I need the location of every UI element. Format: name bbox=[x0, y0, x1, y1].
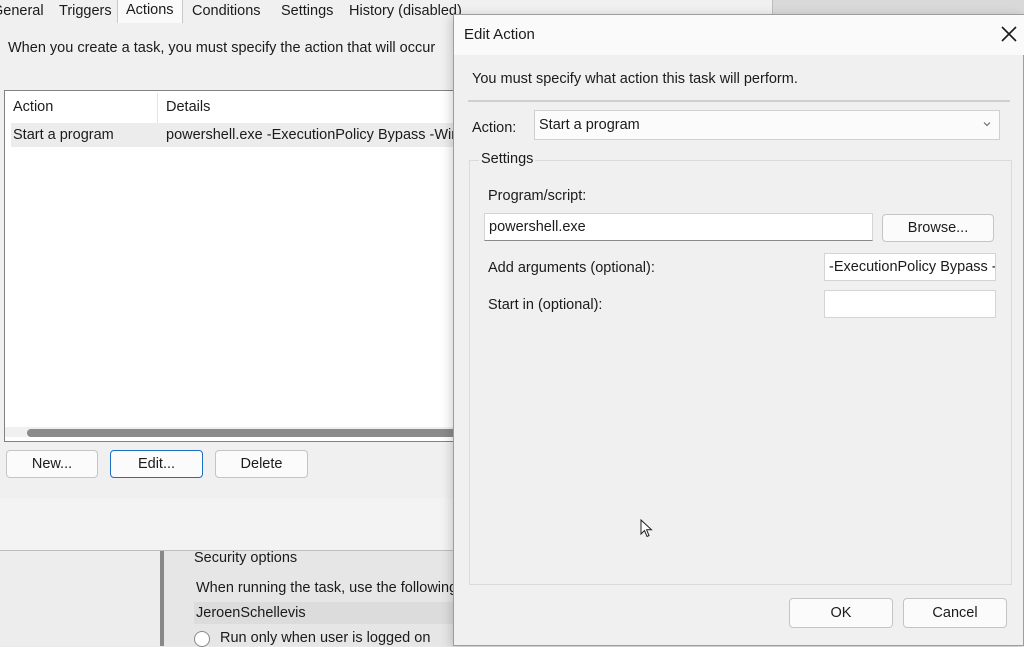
edit-button[interactable]: Edit... bbox=[110, 450, 203, 478]
browse-button[interactable]: Browse... bbox=[882, 214, 994, 242]
background-window-strip bbox=[770, 0, 1024, 15]
actions-intro-text: When you create a task, you must specify… bbox=[8, 40, 436, 56]
horizontal-scrollbar[interactable] bbox=[5, 427, 465, 437]
divider bbox=[468, 100, 1010, 102]
start-in-label: Start in (optional): bbox=[488, 297, 603, 313]
program-script-label: Program/script: bbox=[488, 188, 587, 204]
action-dropdown-value: Start a program bbox=[539, 117, 640, 133]
start-in-input[interactable] bbox=[824, 290, 996, 318]
chevron-down-icon bbox=[981, 118, 993, 130]
program-script-input[interactable]: powershell.exe bbox=[484, 213, 873, 241]
program-script-value: powershell.exe bbox=[489, 219, 586, 235]
actions-table[interactable]: Action Details Start a program powershel… bbox=[4, 90, 466, 442]
security-options-title: Security options bbox=[194, 550, 298, 566]
dialog-instruction: You must specify what action this task w… bbox=[472, 71, 798, 87]
tab-conditions[interactable]: Conditions bbox=[192, 2, 261, 22]
table-row[interactable]: Start a program powershell.exe -Executio… bbox=[11, 123, 466, 147]
mouse-cursor-icon bbox=[640, 518, 654, 539]
tab-settings[interactable]: Settings bbox=[281, 2, 333, 22]
row-details-cell: powershell.exe -ExecutionPolicy Bypass -… bbox=[166, 127, 466, 143]
action-dropdown[interactable]: Start a program bbox=[534, 110, 1000, 140]
action-label: Action: bbox=[472, 120, 517, 136]
run-logged-on-radio[interactable] bbox=[194, 631, 210, 647]
close-icon[interactable] bbox=[998, 23, 1020, 45]
cancel-button[interactable]: Cancel bbox=[903, 598, 1007, 628]
edit-action-dialog: Edit Action You must specify what action… bbox=[453, 14, 1024, 646]
ok-button[interactable]: OK bbox=[789, 598, 893, 628]
tab-history[interactable]: History (disabled) bbox=[349, 2, 462, 22]
panel-edge bbox=[0, 551, 164, 646]
tab-actions[interactable]: Actions bbox=[117, 0, 183, 23]
tab-general[interactable]: General bbox=[0, 2, 44, 22]
column-header-action[interactable]: Action bbox=[13, 97, 53, 119]
arguments-label: Add arguments (optional): bbox=[488, 260, 655, 276]
user-account-field: JeroenSchellevis bbox=[194, 602, 456, 624]
arguments-input[interactable]: -ExecutionPolicy Bypass - bbox=[824, 253, 996, 281]
column-header-details[interactable]: Details bbox=[166, 97, 210, 119]
tab-triggers[interactable]: Triggers bbox=[59, 2, 112, 22]
column-separator[interactable] bbox=[157, 93, 158, 123]
dialog-titlebar: Edit Action bbox=[454, 15, 1024, 55]
scrollbar-thumb[interactable] bbox=[27, 429, 465, 437]
new-button[interactable]: New... bbox=[6, 450, 98, 478]
delete-button[interactable]: Delete bbox=[215, 450, 308, 478]
settings-legend: Settings bbox=[479, 151, 536, 167]
run-logged-on-label[interactable]: Run only when user is logged on bbox=[220, 630, 430, 646]
row-action-cell: Start a program bbox=[13, 127, 114, 143]
arguments-value: -ExecutionPolicy Bypass - bbox=[829, 259, 996, 275]
dialog-title: Edit Action bbox=[464, 26, 535, 43]
